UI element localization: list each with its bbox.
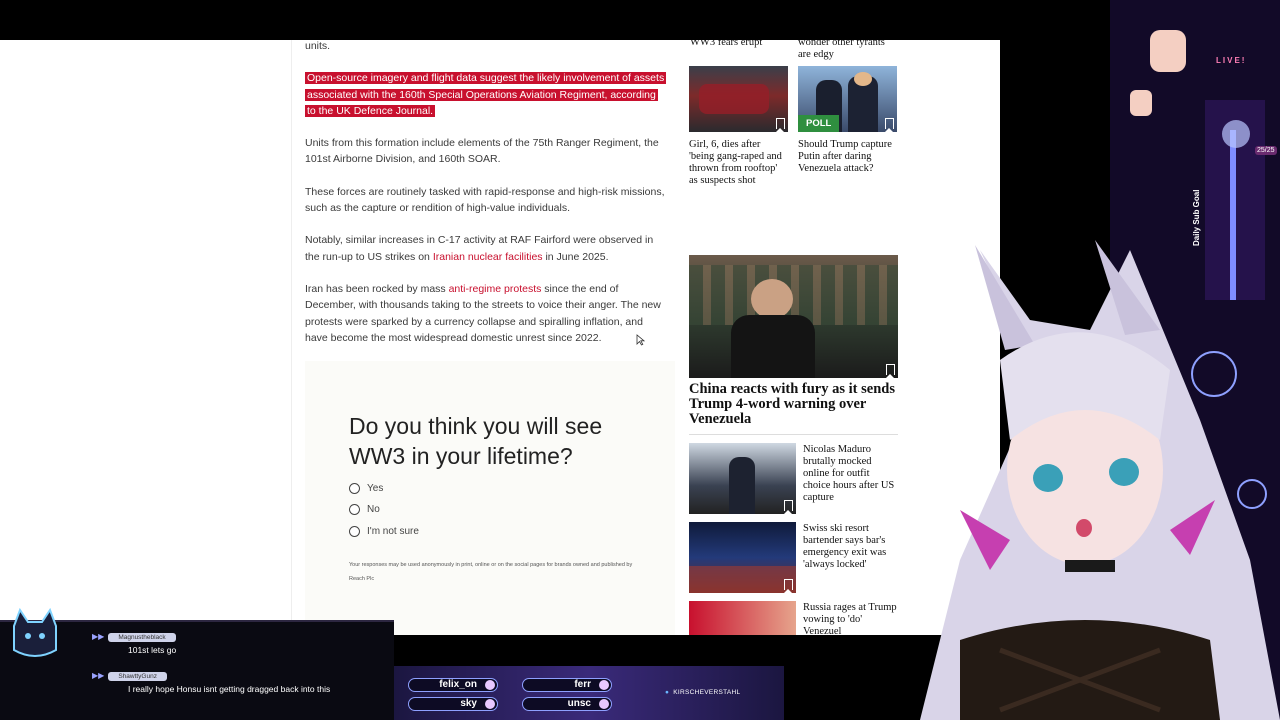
feather-icon <box>599 680 609 690</box>
article-card-title[interactable]: Swiss ski resort bartender says bar's em… <box>803 523 898 571</box>
chevron-icon: ▶▶ <box>92 671 105 680</box>
chat-username[interactable]: Magnustheblack <box>108 633 176 642</box>
bookmark-icon[interactable] <box>784 579 793 593</box>
article-thumbnail[interactable] <box>689 443 796 514</box>
cat-mascot-icon <box>13 607 57 657</box>
radio-icon[interactable] <box>349 504 360 515</box>
article-paragraph: These forces are routinely tasked with r… <box>305 185 665 215</box>
chat-text: I really hope Honsu isnt getting dragged… <box>128 684 331 694</box>
radio-icon[interactable] <box>349 483 360 494</box>
bookmark-icon[interactable] <box>886 364 895 378</box>
divider <box>689 434 898 435</box>
live-badge: LIVE! <box>1216 56 1247 65</box>
ww3-poll: Do you think you will see WW3 in your li… <box>305 361 675 635</box>
poll-tag: POLL <box>798 115 840 132</box>
article-fragment: units. <box>305 40 331 52</box>
recent-cheer: unsc <box>522 697 612 711</box>
highlighted-paragraph[interactable]: Open-source imagery and flight data sugg… <box>305 70 667 119</box>
twitter-icon: ● <box>665 689 670 696</box>
article-body: units. Open-source imagery and flight da… <box>305 40 667 362</box>
headline-tail[interactable]: wonder other tyrants are edgy <box>798 40 898 61</box>
article-paragraph: Units from this formation include elemen… <box>305 137 659 166</box>
mouse-cursor-icon <box>636 334 645 346</box>
selected-text[interactable]: Open-source imagery and flight data sugg… <box>305 72 667 117</box>
chat-text: 101st lets go <box>128 645 177 655</box>
poll-option-yes[interactable]: Yes <box>349 483 383 494</box>
anti-regime-protests-link[interactable]: anti-regime protests <box>449 283 542 295</box>
daily-sub-goal-label: Daily Sub Goal <box>1192 189 1201 246</box>
bookmark-icon[interactable] <box>885 118 894 132</box>
article-card-title[interactable]: Nicolas Maduro brutally mocked online fo… <box>803 444 898 504</box>
lead-story-image[interactable] <box>689 255 898 378</box>
article-card-title[interactable]: Russia rages at Trump vowing to 'do' Ven… <box>803 602 898 635</box>
iranian-nuclear-facilities-link[interactable]: Iranian nuclear facilities <box>433 251 543 263</box>
poll-question: Do you think you will see WW3 in your li… <box>349 413 603 469</box>
heart-icon <box>485 680 495 690</box>
article-thumbnail[interactable] <box>689 601 796 635</box>
poll-option-not-sure[interactable]: I'm not sure <box>349 526 419 537</box>
chat-box: ▶▶ Magnustheblack 101st lets go ▶▶ Shawtty… <box>0 607 394 720</box>
chevron-icon: ▶▶ <box>92 632 105 641</box>
poll-fine-print: Your responses may be used anonymously i… <box>349 562 633 582</box>
sub-goal-count: 25/25 <box>1255 146 1277 155</box>
left-gutter <box>0 40 292 635</box>
headline-tail[interactable]: WW3 fears erupt <box>690 40 788 49</box>
diamond-icon <box>599 699 609 709</box>
article-thumbnail[interactable]: POLL <box>798 66 897 132</box>
article-thumbnail[interactable] <box>689 66 788 132</box>
chat-message: ▶▶ ShawttyGunz I really hope Honsu isnt g… <box>92 671 330 694</box>
recent-follower: felix_on <box>408 678 498 692</box>
bookmark-icon[interactable] <box>776 118 785 132</box>
article-paragraph: Iran has been rocked by mass anti-regime… <box>305 282 661 344</box>
social-handle: ● KIRSCHEVERSTAHL <box>665 689 741 696</box>
recent-donation: sky <box>408 697 498 711</box>
lead-story-title[interactable]: China reacts with fury as it sends Trump… <box>689 382 899 427</box>
chat-username[interactable]: ShawttyGunz <box>108 672 167 681</box>
recent-sub: ferr <box>522 678 612 692</box>
poll-option-no[interactable]: No <box>349 504 380 515</box>
article-card-title[interactable]: Should Trump capture Putin after daring … <box>798 139 897 175</box>
article-thumbnail[interactable] <box>689 522 796 593</box>
bookmark-icon[interactable] <box>784 500 793 514</box>
vtuber-overlay-art <box>920 0 1280 720</box>
article-paragraph: Notably, similar increases in C-17 activ… <box>305 234 654 263</box>
radio-icon[interactable] <box>349 526 360 537</box>
chat-message: ▶▶ Magnustheblack 101st lets go <box>92 632 176 655</box>
article-card-title[interactable]: Girl, 6, dies after 'being gang-raped an… <box>689 139 788 187</box>
gem-icon <box>485 699 495 709</box>
web-page: units. Open-source imagery and flight da… <box>0 40 1000 635</box>
